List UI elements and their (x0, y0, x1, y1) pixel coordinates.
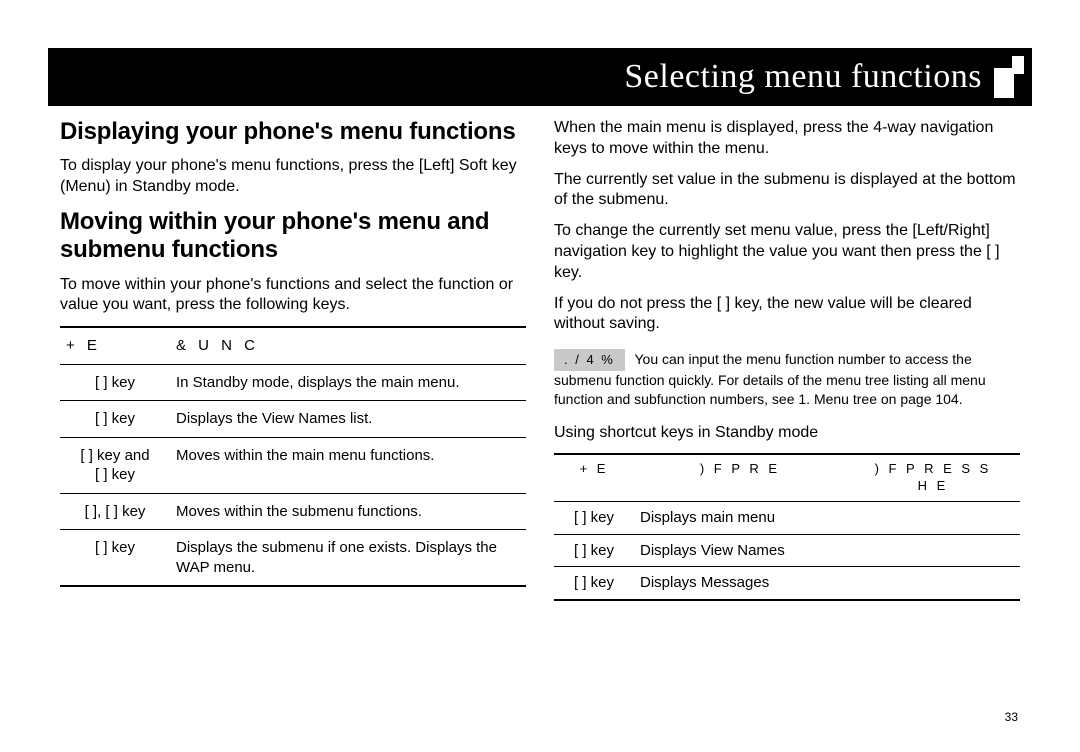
table-header-key: + E (554, 454, 634, 501)
para-not-saved: If you do not press the [ ] key, the new… (554, 294, 1020, 336)
table-row: [ ], [ ] key Moves within the submenu fu… (60, 493, 526, 530)
table-row: [ ] key Displays the View Names list. (60, 401, 526, 438)
cell-key: [ ] key (554, 567, 634, 600)
para-moving: To move within your phone's functions an… (60, 275, 526, 317)
shortcut-caption: Using shortcut keys in Standby mode (554, 423, 1020, 444)
manual-page: Selecting menu functions Displaying your… (0, 0, 1080, 752)
table-header-key: + E (60, 327, 170, 364)
cell-func: Displays the submenu if one exists. Disp… (170, 530, 526, 587)
note-box: . / 4 % You can input the menu function … (554, 349, 1020, 408)
cell-key: [ ] key (554, 502, 634, 535)
para-change-value: To change the currently set menu value, … (554, 221, 1020, 283)
cell-key: [ ] key (60, 401, 170, 438)
content-area: Displaying your phone's menu functions T… (60, 118, 1020, 712)
table-header-func: & U N C (170, 327, 526, 364)
table-row: [ ] key Displays Messages (554, 567, 1020, 600)
para-displaying: To display your phone's menu functions, … (60, 156, 526, 198)
table-row: [ ] key Displays View Names (554, 534, 1020, 567)
heading-moving: Moving within your phone's menu and subm… (60, 208, 526, 265)
table-row: [ ] key In Standby mode, displays the ma… (60, 364, 526, 401)
table-header-pressed: ) F P R E (634, 454, 846, 501)
cell-key: [ ] key (60, 530, 170, 587)
note-label: . / 4 % (554, 349, 625, 371)
phone-icon (994, 56, 1024, 98)
page-number: 33 (1005, 710, 1018, 724)
para-navigate: When the main menu is displayed, press t… (554, 118, 1020, 160)
header-band: Selecting menu functions (48, 48, 1032, 106)
cell-key: [ ] key (554, 534, 634, 567)
cell-func: Moves within the submenu functions. (170, 493, 526, 530)
right-column: When the main menu is displayed, press t… (554, 118, 1020, 712)
cell-held (846, 534, 1020, 567)
key-function-table: + E & U N C [ ] key In Standby mode, dis… (60, 326, 526, 587)
table-header-held: ) F P R E S S H E (846, 454, 1020, 501)
table-row: [ ] key Displays the submenu if one exis… (60, 530, 526, 587)
cell-pressed: Displays Messages (634, 567, 846, 600)
cell-held (846, 567, 1020, 600)
para-current-value: The currently set value in the submenu i… (554, 170, 1020, 212)
table-row: [ ] key Displays main menu (554, 502, 1020, 535)
cell-key: [ ], [ ] key (60, 493, 170, 530)
cell-func: In Standby mode, displays the main menu. (170, 364, 526, 401)
cell-func: Moves within the main menu functions. (170, 437, 526, 493)
table-row: [ ] key and [ ] key Moves within the mai… (60, 437, 526, 493)
cell-pressed: Displays View Names (634, 534, 846, 567)
chapter-title: Selecting menu functions (624, 58, 982, 96)
left-column: Displaying your phone's menu functions T… (60, 118, 526, 712)
cell-key: [ ] key (60, 364, 170, 401)
cell-key: [ ] key and [ ] key (60, 437, 170, 493)
heading-displaying: Displaying your phone's menu functions (60, 118, 526, 146)
cell-pressed: Displays main menu (634, 502, 846, 535)
cell-held (846, 502, 1020, 535)
cell-func: Displays the View Names list. (170, 401, 526, 438)
shortcut-table: + E ) F P R E ) F P R E S S H E [ ] key … (554, 453, 1020, 600)
